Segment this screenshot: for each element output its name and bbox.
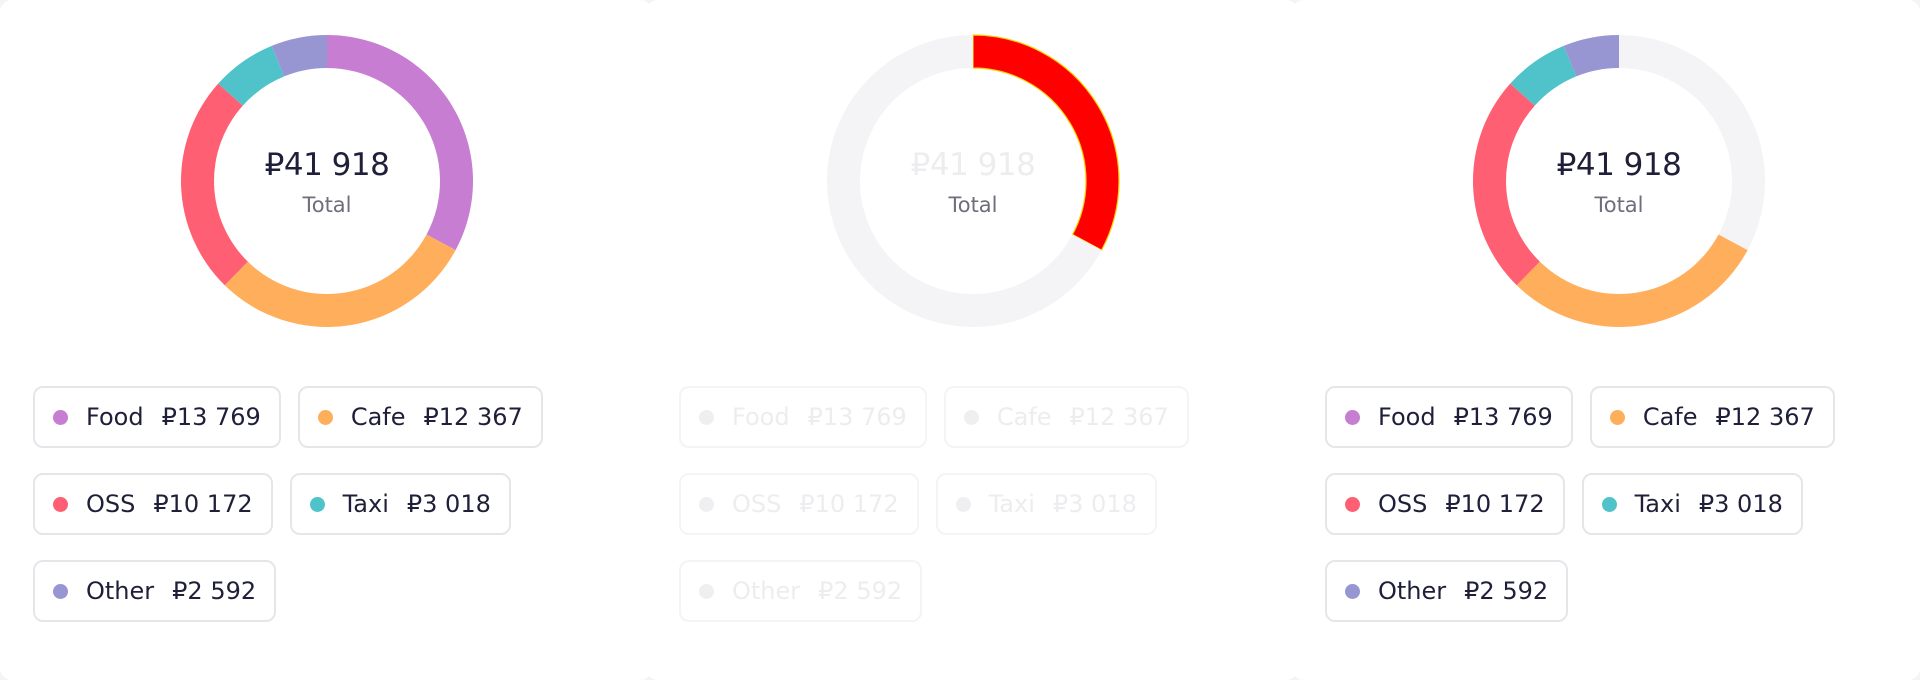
legend-dot <box>1345 496 1360 512</box>
legend-dot <box>53 496 68 512</box>
donut-slice-oss[interactable] <box>1473 83 1540 286</box>
total-amount: ₽41 918 <box>265 147 390 183</box>
legend-dot <box>1601 496 1617 512</box>
legend-amount: ₽2 592 <box>1464 577 1549 605</box>
total-label: Total <box>301 193 351 217</box>
legend-amount: ₽12 367 <box>1069 403 1169 431</box>
legend-amount: ₽2 592 <box>172 577 257 605</box>
chart-panel-1: ₽41 918 Total Food ₽13 769 Cafe ₽12 367 OSS ₽10… <box>0 0 652 680</box>
legend-category: Taxi <box>988 490 1035 518</box>
legend-amount: ₽13 769 <box>1453 403 1553 431</box>
legend-chip-other[interactable]: Other ₽2 592 <box>33 560 277 622</box>
donut-svg: ₽41 918 Total <box>827 34 1120 327</box>
legend-dot <box>1609 409 1625 425</box>
legend-row: Food ₽13 769 Cafe ₽12 367 <box>679 386 1239 448</box>
legend-row: Food ₽13 769 Cafe ₽12 367 <box>1325 386 1885 448</box>
legend-chip-oss[interactable]: OSS ₽10 172 <box>33 473 273 535</box>
legend-dot <box>699 409 714 425</box>
legend-row: OSS ₽10 172 Taxi ₽3 018 <box>1325 473 1885 535</box>
legend-amount: ₽12 367 <box>1715 403 1815 431</box>
legend-chip-taxi[interactable]: Taxi ₽3 018 <box>935 473 1157 535</box>
legend-amount: ₽3 018 <box>406 490 491 518</box>
legend: Food ₽13 769 Cafe ₽12 367 OSS ₽10 172 Taxi ₽3 0… <box>1325 386 1885 647</box>
legend-dot <box>1345 583 1360 599</box>
legend-row: Other ₽2 592 <box>33 560 593 622</box>
chart-panel-2: ₽41 918 Total Food ₽13 769 Cafe ₽12 367 OSS ₽10… <box>646 0 1298 680</box>
legend-row: Other ₽2 592 <box>1325 560 1885 622</box>
total-label: Total <box>1593 193 1643 217</box>
legend-category: OSS <box>86 490 136 518</box>
donut-slice-cafe[interactable] <box>870 234 1102 327</box>
total-amount: ₽41 918 <box>911 147 1036 183</box>
legend-category: OSS <box>1378 490 1428 518</box>
legend-category: OSS <box>732 490 782 518</box>
legend-amount: ₽10 172 <box>153 490 253 518</box>
legend-dot <box>317 409 333 425</box>
chart-stage: ₽41 918 Total Food ₽13 769 Cafe ₽12 367 OSS ₽10… <box>0 0 1920 680</box>
legend-chip-cafe[interactable]: Cafe ₽12 367 <box>1589 386 1835 448</box>
legend-dot <box>963 409 979 425</box>
legend: Food ₽13 769 Cafe ₽12 367 OSS ₽10 172 Taxi ₽3 0… <box>33 386 593 647</box>
legend-chip-oss[interactable]: OSS ₽10 172 <box>679 473 919 535</box>
legend-amount: ₽3 018 <box>1698 490 1783 518</box>
donut-slice-oss[interactable] <box>827 83 894 286</box>
legend-amount: ₽10 172 <box>1445 490 1545 518</box>
legend-category: Food <box>86 403 144 431</box>
legend-amount: ₽3 018 <box>1052 490 1137 518</box>
legend-chip-other[interactable]: Other ₽2 592 <box>679 560 923 622</box>
legend-amount: ₽13 769 <box>161 403 261 431</box>
legend-chip-food[interactable]: Food ₽13 769 <box>1325 386 1573 448</box>
donut-slice-food[interactable] <box>972 34 1120 251</box>
legend-category: Cafe <box>1642 403 1698 431</box>
legend-chip-taxi[interactable]: Taxi ₽3 018 <box>289 473 511 535</box>
legend-chip-cafe[interactable]: Cafe ₽12 367 <box>297 386 543 448</box>
legend-amount: ₽2 592 <box>818 577 903 605</box>
legend-amount: ₽12 367 <box>423 403 523 431</box>
donut-chart: ₽41 918 Total <box>823 31 1123 331</box>
total-amount: ₽41 918 <box>1557 147 1682 183</box>
legend-amount: ₽10 172 <box>799 490 899 518</box>
total-label: Total <box>947 193 997 217</box>
legend-dot <box>53 409 68 425</box>
legend-category: Other <box>86 577 155 605</box>
legend-category: Other <box>732 577 801 605</box>
legend-chip-taxi[interactable]: Taxi ₽3 018 <box>1581 473 1803 535</box>
donut-slice-cafe[interactable] <box>1516 234 1748 327</box>
legend-dot <box>309 496 325 512</box>
legend-chip-food[interactable]: Food ₽13 769 <box>33 386 281 448</box>
donut-chart: ₽41 918 Total <box>1469 31 1769 331</box>
legend-dot <box>955 496 971 512</box>
legend-chip-cafe[interactable]: Cafe ₽12 367 <box>943 386 1189 448</box>
legend-category: Other <box>1378 577 1447 605</box>
legend-dot <box>699 583 714 599</box>
legend-category: Cafe <box>350 403 406 431</box>
legend-category: Taxi <box>342 490 389 518</box>
legend-category: Taxi <box>1634 490 1681 518</box>
legend-category: Food <box>1378 403 1436 431</box>
chart-panel-3: ₽41 918 Total Food ₽13 769 Cafe ₽12 367 OSS ₽10… <box>1292 0 1920 680</box>
legend-dot <box>699 496 714 512</box>
donut-slice-food[interactable] <box>327 35 473 251</box>
donut-slice-cafe[interactable] <box>224 234 456 327</box>
legend-dot <box>1345 409 1360 425</box>
donut-chart: ₽41 918 Total <box>177 31 477 331</box>
donut-svg: ₽41 918 Total <box>181 35 473 327</box>
legend-row: Other ₽2 592 <box>679 560 1239 622</box>
legend-row: OSS ₽10 172 Taxi ₽3 018 <box>679 473 1239 535</box>
legend-row: Food ₽13 769 Cafe ₽12 367 <box>33 386 593 448</box>
donut-slice-oss[interactable] <box>181 83 248 286</box>
legend-dot <box>53 583 68 599</box>
legend-row: OSS ₽10 172 Taxi ₽3 018 <box>33 473 593 535</box>
legend-category: Cafe <box>996 403 1052 431</box>
legend-chip-food[interactable]: Food ₽13 769 <box>679 386 927 448</box>
donut-svg: ₽41 918 Total <box>1473 35 1765 327</box>
legend-category: Food <box>732 403 790 431</box>
donut-slice-food[interactable] <box>1619 35 1765 251</box>
legend: Food ₽13 769 Cafe ₽12 367 OSS ₽10 172 Taxi ₽3 0… <box>679 386 1239 647</box>
legend-chip-other[interactable]: Other ₽2 592 <box>1325 560 1569 622</box>
legend-chip-oss[interactable]: OSS ₽10 172 <box>1325 473 1565 535</box>
legend-amount: ₽13 769 <box>807 403 907 431</box>
